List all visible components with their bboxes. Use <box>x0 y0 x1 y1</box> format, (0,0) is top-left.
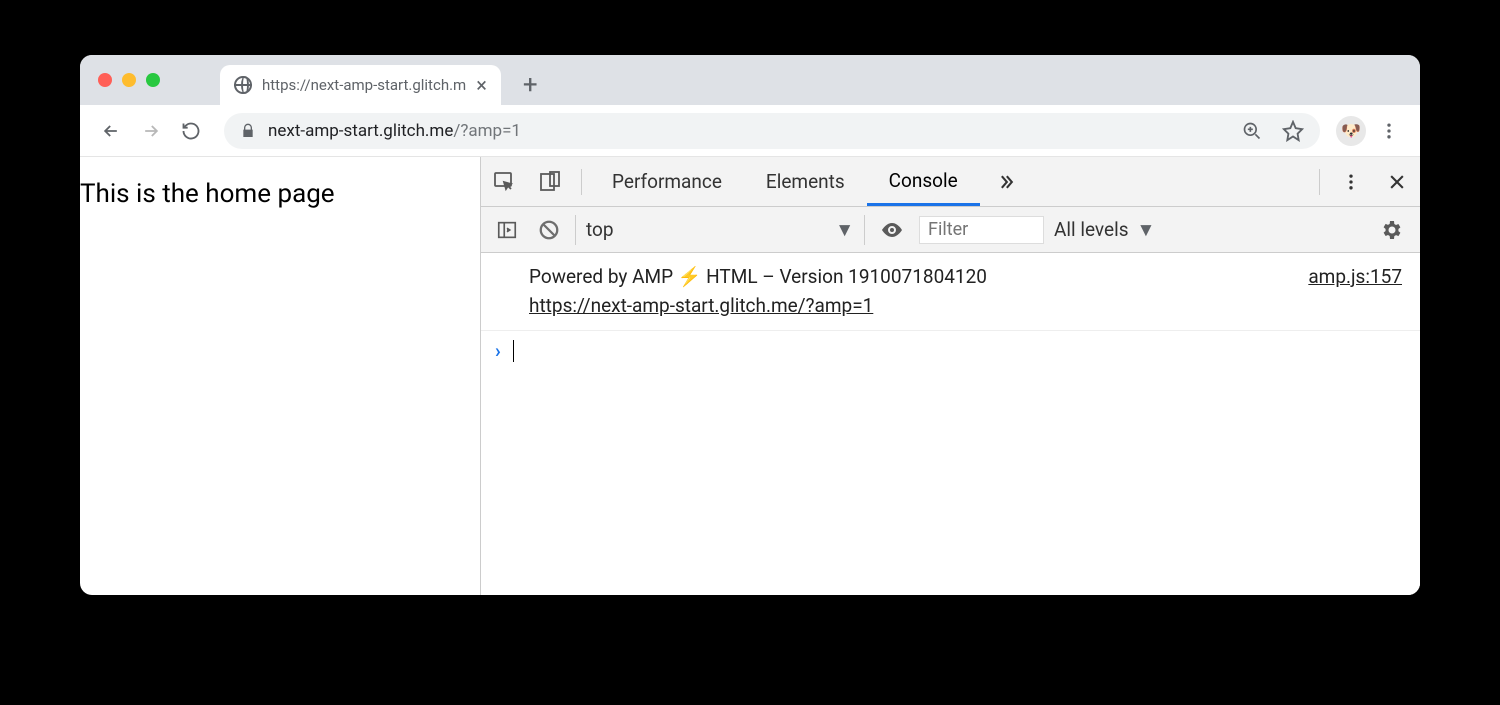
live-expression-button[interactable] <box>875 207 909 252</box>
browser-tab[interactable]: https://next-amp-start.glitch.m × <box>220 65 501 105</box>
tab-bar: https://next-amp-start.glitch.m × + <box>80 55 1420 105</box>
content-area: This is the home page Performance Elemen… <box>80 157 1420 595</box>
new-tab-button[interactable]: + <box>501 65 560 105</box>
caret-down-icon: ▼ <box>835 218 854 242</box>
log-source-link[interactable]: amp.js:157 <box>1308 263 1402 292</box>
inspect-element-button[interactable] <box>481 157 527 206</box>
console-sidebar-toggle[interactable] <box>491 207 523 252</box>
tab-title: https://next-amp-start.glitch.m <box>262 76 466 94</box>
console-prompt[interactable]: › <box>481 331 1420 370</box>
context-label: top <box>586 218 614 241</box>
close-window-button[interactable] <box>98 73 112 87</box>
browser-window: https://next-amp-start.glitch.m × + next… <box>80 55 1420 595</box>
back-button[interactable] <box>94 114 128 148</box>
reload-button[interactable] <box>174 114 208 148</box>
close-tab-button[interactable]: × <box>476 73 487 97</box>
separator <box>581 169 582 195</box>
page-body: This is the home page <box>80 157 480 595</box>
bookmark-icon[interactable] <box>1282 120 1304 142</box>
profile-avatar[interactable]: 🐶 <box>1336 116 1366 146</box>
log-message: Powered by AMP ⚡ HTML – Version 19100718… <box>529 265 987 288</box>
close-devtools-button[interactable] <box>1374 157 1420 206</box>
devtools-tabs: Performance Elements Console <box>481 157 1420 207</box>
clear-console-button[interactable] <box>533 207 565 252</box>
window-controls <box>98 55 220 105</box>
menu-button[interactable] <box>1372 114 1406 148</box>
tab-performance[interactable]: Performance <box>590 157 744 206</box>
caret-down-icon: ▼ <box>1137 218 1156 242</box>
log-url-link[interactable]: https://next-amp-start.glitch.me/?amp=1 <box>529 294 873 317</box>
devtools-menu-button[interactable] <box>1328 157 1374 206</box>
device-toolbar-button[interactable] <box>527 157 573 206</box>
url-text: next-amp-start.glitch.me/?amp=1 <box>268 121 521 141</box>
globe-icon <box>234 76 252 94</box>
minimize-window-button[interactable] <box>122 73 136 87</box>
console-log-entry: amp.js:157 Powered by AMP ⚡ HTML – Versi… <box>481 253 1420 331</box>
prompt-caret-icon: › <box>495 339 501 362</box>
more-tabs-button[interactable] <box>986 172 1026 192</box>
maximize-window-button[interactable] <box>146 73 160 87</box>
toolbar: next-amp-start.glitch.me/?amp=1 🐶 <box>80 105 1420 157</box>
lock-icon <box>240 123 256 139</box>
console-output: amp.js:157 Powered by AMP ⚡ HTML – Versi… <box>481 253 1420 595</box>
zoom-icon[interactable] <box>1242 121 1262 141</box>
tab-elements[interactable]: Elements <box>744 157 867 206</box>
levels-label: All levels <box>1054 218 1129 241</box>
separator <box>1319 169 1320 195</box>
text-cursor <box>513 340 515 362</box>
console-settings-button[interactable] <box>1372 207 1410 252</box>
context-selector[interactable]: top ▼ <box>575 215 865 245</box>
console-toolbar: top ▼ All levels ▼ <box>481 207 1420 253</box>
log-levels-selector[interactable]: All levels ▼ <box>1054 218 1155 242</box>
address-bar[interactable]: next-amp-start.glitch.me/?amp=1 <box>224 113 1320 149</box>
devtools-panel: Performance Elements Console <box>480 157 1420 595</box>
filter-input[interactable] <box>919 216 1044 244</box>
tab-console[interactable]: Console <box>867 157 980 206</box>
page-heading: This is the home page <box>80 179 480 209</box>
forward-button[interactable] <box>134 114 168 148</box>
